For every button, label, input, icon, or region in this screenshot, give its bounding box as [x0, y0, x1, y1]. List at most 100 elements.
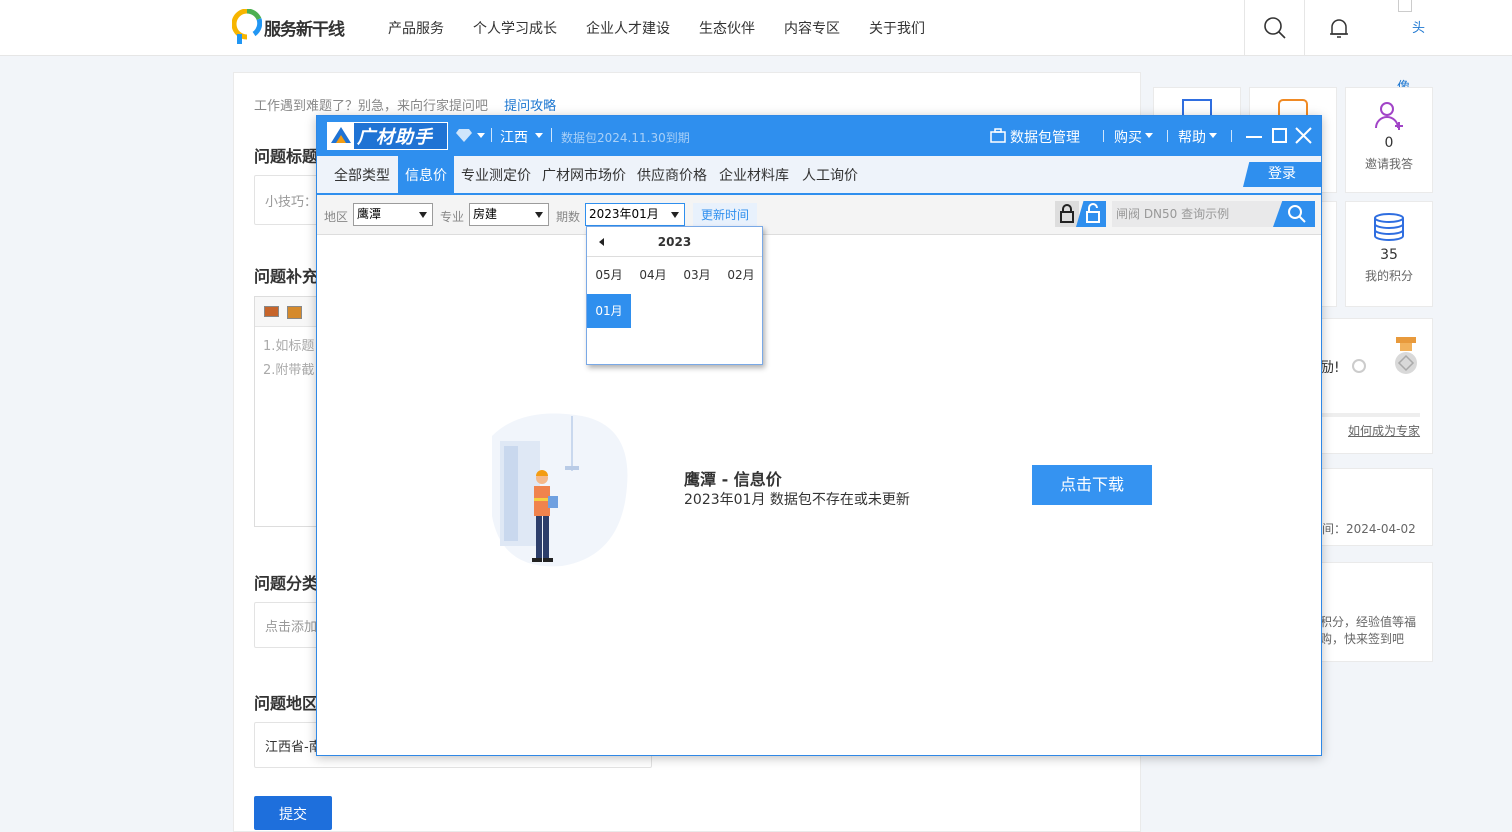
help-menu[interactable]: 帮助 — [1178, 127, 1206, 147]
region-dropdown-icon[interactable] — [535, 133, 543, 138]
calendar-month[interactable]: 02月 — [719, 258, 763, 292]
major-filter-label: 专业 — [440, 210, 465, 224]
maximize-icon[interactable] — [1272, 128, 1287, 143]
chevron-down-icon — [671, 212, 679, 218]
assistant-titlebar: 广材助手 江西 数据包2024.11.30到期 数据包管理 购买 帮助 — [317, 116, 1321, 156]
expiry-text: 数据包2024.11.30到期 — [561, 131, 690, 145]
progress-bar — [1320, 413, 1420, 417]
unlock-button[interactable] — [1076, 201, 1106, 227]
empty-state-title: 鹰潭 - 信息价 — [684, 470, 782, 489]
coins-icon — [1374, 213, 1404, 241]
assistant-logo-text: 广材助手 — [357, 127, 433, 148]
logo-text: 服务新干线 — [264, 19, 345, 40]
divider — [1231, 130, 1232, 142]
sidebar-card-invite[interactable]: 0 邀请我答 — [1345, 87, 1433, 193]
signin-line-1: 积分，经验值等福 — [1320, 615, 1417, 629]
bell-icon — [1329, 19, 1348, 38]
medal-icon — [1395, 337, 1417, 374]
category-label: 问题分类 — [254, 574, 319, 593]
filter-bar: 地区 鹰潭 专业 房建 期数 2023年01月 更新时间 闸阀 DN50 查询示… — [317, 195, 1321, 235]
region-filter-label: 地区 — [324, 210, 349, 224]
calendar-month[interactable]: 03月 — [675, 258, 719, 292]
lock-button[interactable] — [1055, 201, 1079, 227]
calendar-month-selected[interactable]: 01月 — [587, 294, 631, 328]
region-filter-select[interactable]: 鹰潭 — [353, 203, 433, 226]
nav-item-content[interactable]: 内容专区 — [784, 18, 840, 38]
assistant-tabs: 全部类型 信息价 专业测定价 广材网市场价 供应商价格 企业材料库 人工询价 登… — [317, 156, 1321, 195]
nav-item-personal-growth[interactable]: 个人学习成长 — [473, 18, 557, 38]
calendar-month[interactable]: 04月 — [631, 258, 675, 292]
previous-year-icon[interactable] — [599, 238, 604, 246]
add-user-icon — [1375, 102, 1403, 130]
calendar-month[interactable]: 05月 — [587, 258, 631, 292]
region-label: 问题地区 — [254, 694, 319, 713]
avatar[interactable]: 头 — [1412, 17, 1425, 36]
major-filter-select[interactable]: 房建 — [469, 203, 549, 226]
sidebar-card-points[interactable]: 35 我的积分 — [1345, 201, 1433, 307]
period-filter-label: 期数 — [556, 210, 581, 224]
divider — [1167, 130, 1168, 142]
download-button[interactable]: 点击下载 — [1032, 465, 1152, 505]
buy-dropdown-icon[interactable] — [1145, 133, 1153, 138]
logo-icon — [231, 8, 263, 45]
empty-state-subtitle: 2023年01月 数据包不存在或未更新 — [684, 492, 910, 508]
diamond-icon[interactable] — [456, 128, 472, 142]
calendar-year: 2023 — [657, 235, 692, 249]
expert-link[interactable]: 如何成为专家 — [1348, 422, 1420, 439]
nav-item-enterprise-talent[interactable]: 企业人才建设 — [586, 18, 670, 38]
form-hint: 工作遇到难题了？别急，来向行家提问吧 提问攻略 — [254, 99, 557, 114]
period-calendar-popup: 2023 05月 04月 03月 02月 01月 — [586, 226, 763, 365]
tab-market-price[interactable]: 广材网市场价 — [535, 156, 633, 193]
package-icon — [990, 128, 1006, 143]
divider — [1103, 130, 1104, 142]
supplement-label: 问题补充 — [254, 267, 319, 286]
search-icon — [1288, 205, 1306, 223]
main-nav: 产品服务 个人学习成长 企业人才建设 生态伙伴 内容专区 关于我们 — [388, 18, 954, 38]
invite-count: 0 — [1384, 135, 1394, 151]
notification-button[interactable] — [1304, 0, 1372, 56]
package-management-button[interactable]: 数据包管理 — [1010, 127, 1080, 147]
unlock-icon — [1086, 203, 1100, 223]
invite-label: 邀请我答 — [1364, 157, 1413, 171]
tab-professional-price[interactable]: 专业测定价 — [454, 156, 538, 193]
top-navbar: 服务新干线 产品服务 个人学习成长 企业人才建设 生态伙伴 内容专区 关于我们 … — [0, 0, 1512, 56]
reward-text: 励! — [1320, 360, 1340, 376]
minimize-icon[interactable] — [1246, 136, 1262, 138]
hint-link[interactable]: 提问攻略 — [504, 99, 556, 114]
worker-illustration — [492, 413, 628, 567]
search-icon — [1263, 17, 1286, 39]
divider — [551, 128, 552, 142]
tab-info-price[interactable]: 信息价 — [398, 156, 454, 193]
period-filter-select[interactable]: 2023年01月 — [585, 203, 685, 226]
tab-all-types[interactable]: 全部类型 — [327, 156, 397, 193]
image-icon[interactable] — [264, 306, 279, 317]
chevron-down-icon — [419, 212, 427, 218]
divider — [491, 128, 492, 142]
search-button[interactable] — [1244, 0, 1304, 56]
submit-button[interactable]: 提交 — [254, 796, 332, 830]
nav-item-about[interactable]: 关于我们 — [869, 18, 925, 38]
calendar-header: 2023 — [587, 227, 762, 257]
buy-menu[interactable]: 购买 — [1114, 127, 1142, 147]
refresh-icon[interactable] — [1352, 359, 1366, 373]
search-input[interactable]: 闸阀 DN50 查询示例 — [1112, 201, 1302, 227]
image-upload-icon[interactable] — [287, 306, 302, 319]
vip-dropdown-icon[interactable] — [477, 133, 485, 138]
date-text: 间：2024-04-02 — [1322, 522, 1416, 536]
tab-labor-inquiry[interactable]: 人工询价 — [795, 156, 865, 193]
site-logo[interactable]: 服务新干线 — [231, 8, 345, 45]
tab-enterprise-library[interactable]: 企业材料库 — [712, 156, 796, 193]
update-time-button[interactable]: 更新时间 — [693, 203, 757, 227]
points-label: 我的积分 — [1364, 269, 1413, 283]
tab-supplier-price[interactable]: 供应商价格 — [630, 156, 714, 193]
close-icon[interactable] — [1295, 127, 1312, 144]
help-dropdown-icon[interactable] — [1209, 133, 1217, 138]
nav-item-ecosystem[interactable]: 生态伙伴 — [699, 18, 755, 38]
region-selector[interactable]: 江西 — [500, 127, 528, 147]
points-count: 35 — [1380, 247, 1398, 263]
assistant-window: 广材助手 江西 数据包2024.11.30到期 数据包管理 购买 帮助 全部类型… — [316, 115, 1322, 756]
assistant-logo-icon — [328, 123, 354, 149]
title-label: 问题标题 — [254, 147, 319, 166]
login-button[interactable]: 登录 — [1243, 162, 1321, 187]
nav-item-products[interactable]: 产品服务 — [388, 18, 444, 38]
